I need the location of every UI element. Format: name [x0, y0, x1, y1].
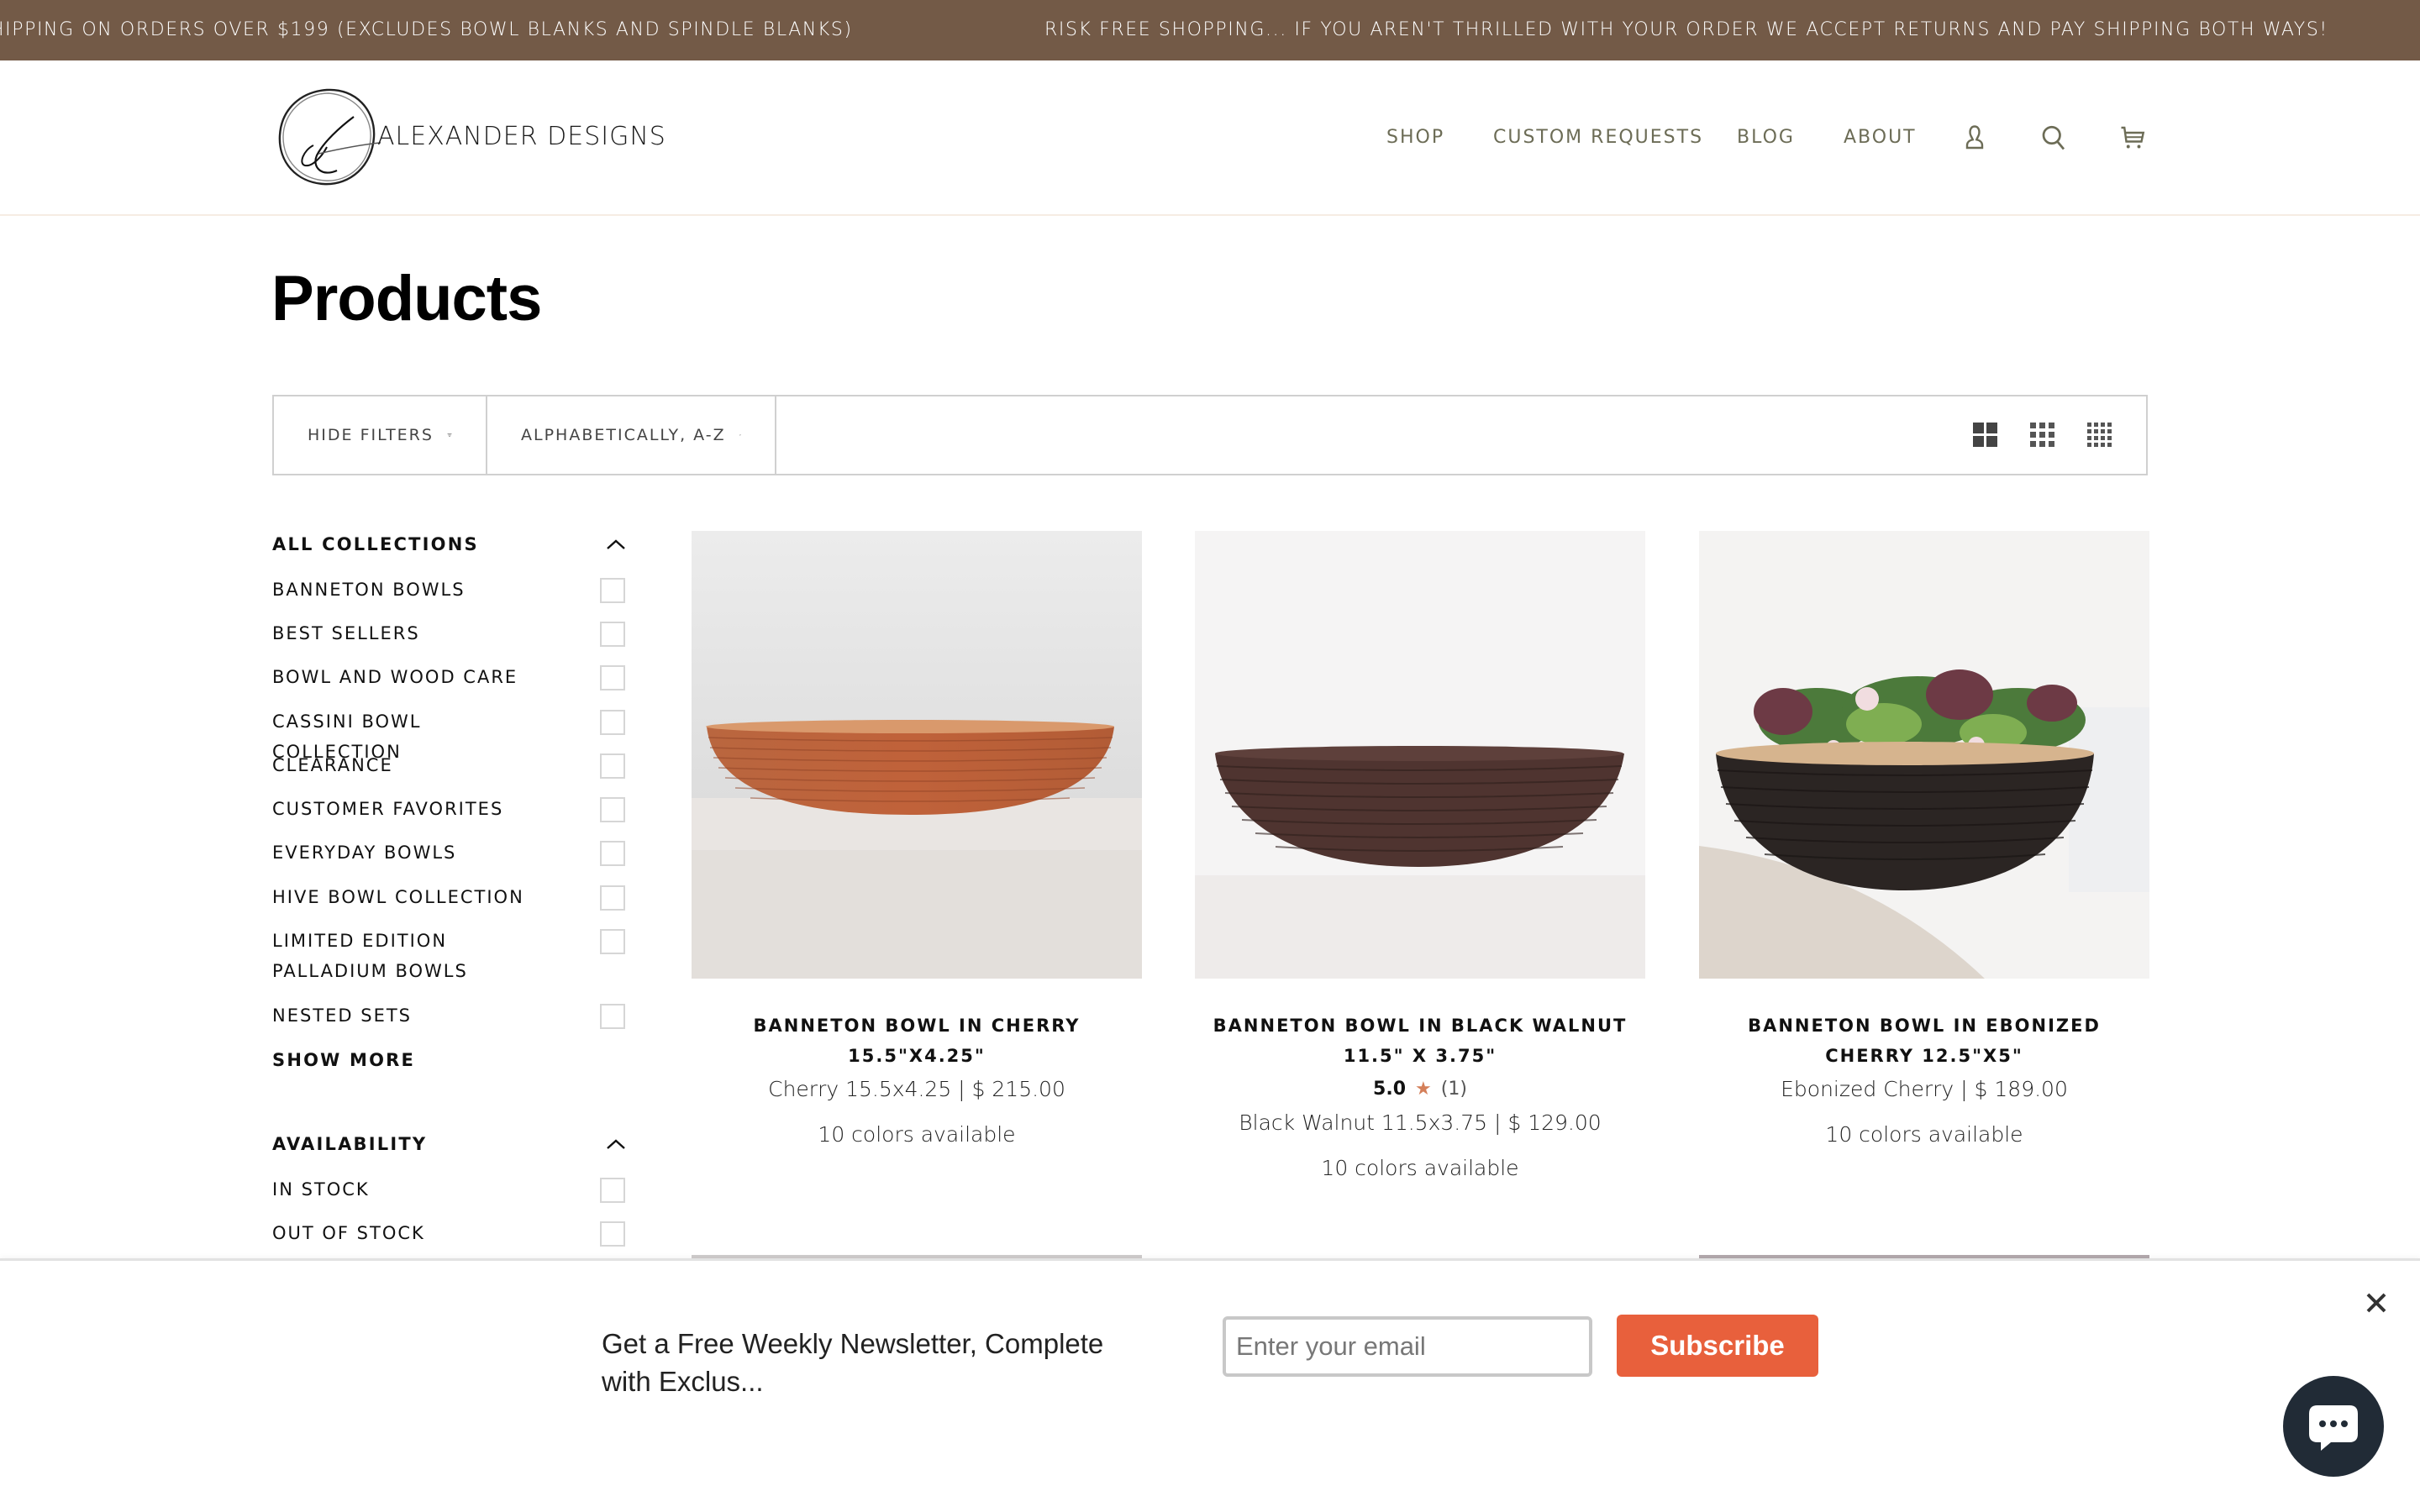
filter-checkbox[interactable]: [600, 622, 625, 647]
product-image[interactable]: [1195, 531, 1645, 979]
hide-filters-button[interactable]: HIDE FILTERS: [274, 396, 487, 474]
product-price: Cherry 15.5x4.25 | $ 215.00: [768, 1077, 1065, 1101]
chat-button[interactable]: [2283, 1376, 2384, 1477]
product-image[interactable]: [692, 531, 1142, 979]
filter-item-label: IN STOCK: [272, 1179, 370, 1200]
filter-item-label: EVERYDAY BOWLS: [272, 843, 457, 863]
sort-label: ALPHABETICALLY, A-Z: [521, 426, 726, 444]
filter-checkbox[interactable]: [600, 1178, 625, 1203]
chevron-up-icon[interactable]: [605, 1137, 627, 1151]
filter-checkbox[interactable]: [600, 1221, 625, 1247]
product-card[interactable]: BANNETON BOWL IN CHERRY 15.5"X4.25" Cher…: [692, 531, 1142, 1150]
product-title[interactable]: BANNETON BOWL IN EBONIZED CHERRY 12.5"X5…: [1699, 1011, 2149, 1071]
hide-filters-label: HIDE FILTERS: [308, 426, 434, 444]
product-price: Black Walnut 11.5x3.75 | $ 129.00: [1239, 1110, 1602, 1135]
filter-item-in-stock[interactable]: IN STOCK: [272, 1174, 627, 1205]
announcement-message: RISK FREE SHOPPING... IF YOU AREN'T THRI…: [1044, 19, 2328, 40]
filter-checkbox[interactable]: [600, 753, 625, 779]
filter-item-everyday-bowls[interactable]: EVERYDAY BOWLS: [272, 837, 627, 868]
site-header: ALEXANDER DESIGNS SHOP CUSTOM REQUESTS B…: [0, 60, 2420, 216]
rating-score: 5.0: [1373, 1079, 1407, 1100]
search-icon[interactable]: [2035, 119, 2072, 156]
grid-view-toggles: [1973, 396, 2112, 474]
filter-item-out-of-stock[interactable]: OUT OF STOCK: [272, 1218, 627, 1248]
show-more-button[interactable]: SHOW MORE: [272, 1050, 415, 1070]
rating-count[interactable]: (1): [1441, 1079, 1467, 1100]
subscribe-button[interactable]: Subscribe: [1617, 1315, 1818, 1377]
filter-checkbox[interactable]: [600, 929, 625, 954]
filter-item-customer-favorites[interactable]: CUSTOMER FAVORITES: [272, 794, 627, 824]
nav-about[interactable]: ABOUT: [1844, 127, 1917, 148]
product-card[interactable]: BANNETON BOWL IN BLACK WALNUT 11.5" X 3.…: [1195, 531, 1645, 1184]
sort-icon: [739, 434, 741, 436]
filter-checkbox[interactable]: [600, 841, 625, 866]
filter-group-collections-title[interactable]: ALL COLLECTIONS: [272, 534, 479, 554]
announcement-message: HIPPING ON ORDERS OVER $199 (EXCLUDES BO…: [0, 19, 853, 40]
newsletter-text: Get a Free Weekly Newsletter, Complete w…: [602, 1328, 1104, 1397]
grid-4-icon[interactable]: [2087, 423, 2112, 448]
announcement-bar: HIPPING ON ORDERS OVER $199 (EXCLUDES BO…: [0, 0, 2420, 60]
collection-toolbar: HIDE FILTERS ALPHABETICALLY, A-Z: [272, 395, 2148, 475]
filter-group-availability-title[interactable]: AVAILABILITY: [272, 1134, 427, 1154]
logo-monogram-icon: [278, 88, 381, 185]
sort-dropdown[interactable]: ALPHABETICALLY, A-Z: [487, 396, 776, 474]
filter-item-label: OUT OF STOCK: [272, 1223, 425, 1243]
filter-checkbox[interactable]: [600, 797, 625, 822]
close-icon[interactable]: [2363, 1289, 2390, 1316]
product-title[interactable]: BANNETON BOWL IN CHERRY 15.5"X4.25": [692, 1011, 1142, 1071]
product-colors: 10 colors available: [818, 1122, 1016, 1147]
filter-item-banneton-bowls[interactable]: BANNETON BOWLS: [272, 575, 627, 605]
email-input[interactable]: [1223, 1316, 1592, 1377]
product-rating: 5.0 ★ (1): [1195, 1074, 1645, 1105]
logo-text: ALEXANDER DESIGNS: [377, 122, 666, 151]
newsletter-bar: Get a Free Weekly Newsletter, Complete w…: [0, 1258, 2420, 1512]
filter-item-label: HIVE BOWL COLLECTION: [272, 887, 524, 907]
filter-item-label: NESTED SETS: [272, 1005, 413, 1026]
logo-link[interactable]: ALEXANDER DESIGNS: [273, 84, 666, 189]
filter-icon: [447, 433, 452, 437]
nav-blog[interactable]: BLOG: [1737, 127, 1795, 148]
filter-checkbox[interactable]: [600, 885, 625, 911]
product-card[interactable]: BANNETON BOWL IN EBONIZED CHERRY 12.5"X5…: [1699, 531, 2149, 1150]
filter-item-label: LIMITED EDITION PALLADIUM BOWLS: [272, 931, 468, 981]
filter-item-label: CLEARANCE: [272, 755, 393, 775]
filter-item-clearance[interactable]: CLEARANCE: [272, 750, 627, 780]
product-colors: 10 colors available: [1825, 1122, 2023, 1147]
product-image[interactable]: [1699, 531, 2149, 979]
product-colors: 10 colors available: [1321, 1156, 1519, 1180]
filter-checkbox[interactable]: [600, 1004, 625, 1029]
account-icon[interactable]: [1956, 119, 1993, 156]
nav-custom-requests[interactable]: CUSTOM REQUESTS: [1493, 127, 1703, 148]
filter-item-nested-sets[interactable]: NESTED SETS: [272, 1000, 627, 1031]
filter-item-limited-edition-palladium-bowls[interactable]: LIMITED EDITION PALLADIUM BOWLS: [272, 926, 627, 986]
filter-item-label: CUSTOMER FAVORITES: [272, 799, 504, 819]
product-title[interactable]: BANNETON BOWL IN BLACK WALNUT 11.5" X 3.…: [1195, 1011, 1645, 1071]
chevron-up-icon[interactable]: [605, 538, 627, 551]
filter-item-best-sellers[interactable]: BEST SELLERS: [272, 618, 627, 648]
filter-checkbox[interactable]: [600, 665, 625, 690]
filter-item-bowl-and-wood-care[interactable]: BOWL AND WOOD CARE: [272, 662, 627, 692]
product-price: Ebonized Cherry | $ 189.00: [1781, 1077, 2068, 1101]
grid-2-icon[interactable]: [1973, 423, 1998, 448]
grid-3-icon[interactable]: [2030, 423, 2055, 448]
nav-shop[interactable]: SHOP: [1386, 127, 1444, 148]
filter-item-label: BEST SELLERS: [272, 623, 420, 643]
filter-item-label: BOWL AND WOOD CARE: [272, 667, 518, 687]
filter-item-hive-bowl-collection[interactable]: HIVE BOWL COLLECTION: [272, 882, 627, 912]
page-title: Products: [271, 263, 542, 334]
chat-bubble-icon: [2309, 1405, 2358, 1451]
filter-checkbox[interactable]: [600, 578, 625, 603]
star-icon: ★: [1415, 1079, 1432, 1100]
filter-checkbox[interactable]: [600, 710, 625, 735]
filter-item-label: BANNETON BOWLS: [272, 580, 466, 600]
cart-icon[interactable]: [2114, 119, 2151, 156]
